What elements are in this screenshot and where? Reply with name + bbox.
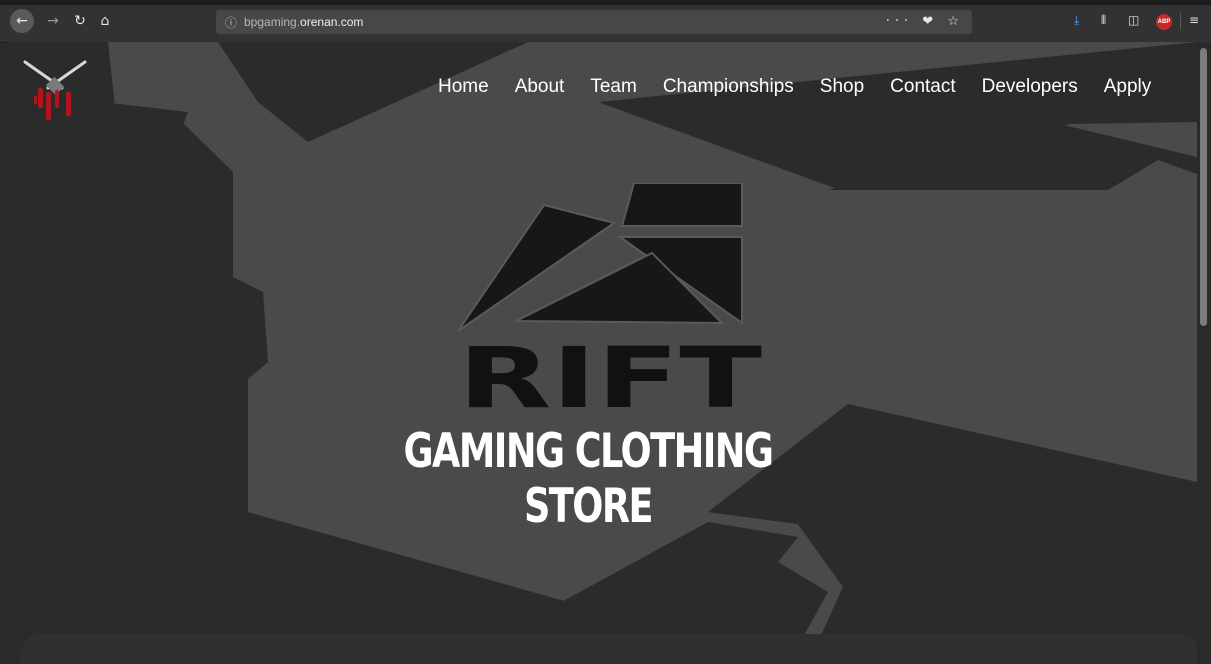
nav-shop[interactable]: Shop <box>820 76 864 98</box>
url-domain: orenan.com <box>300 15 364 29</box>
rift-logo: RIFT <box>457 183 762 419</box>
back-arrow-icon: ← <box>16 13 28 29</box>
scrollbar-thumb[interactable] <box>1200 48 1207 326</box>
address-bar[interactable]: ⓘ bpgaming.orenan.com ··· ❤ ☆ <box>216 10 972 34</box>
page-actions[interactable]: ··· ❤ ☆ <box>886 14 964 29</box>
browser-toolbar: ← → ↻ ⌂ ⓘ bpgaming.orenan.com ··· ❤ ☆ ⤓ … <box>0 0 1211 43</box>
page-viewport: Home About Team Championships Shop Conta… <box>8 42 1197 664</box>
nav-championships[interactable]: Championships <box>663 76 794 98</box>
url-text: bpgaming.orenan.com <box>244 15 363 29</box>
library-icon[interactable]: ⫴ <box>1101 13 1106 28</box>
reload-icon: ↻ <box>74 13 86 29</box>
forward-button[interactable]: → <box>43 11 63 31</box>
nav-developers[interactable]: Developers <box>982 76 1078 98</box>
main-nav: Home About Team Championships Shop Conta… <box>438 76 1151 98</box>
home-icon: ⌂ <box>100 13 110 29</box>
site-logo[interactable] <box>22 58 88 122</box>
rift-logo-text: RIFT <box>458 329 762 419</box>
toolbar-separator <box>1180 13 1181 29</box>
nav-team[interactable]: Team <box>590 76 636 98</box>
download-icon[interactable]: ⤓ <box>1074 13 1079 28</box>
hero-title: GAMING CLOTHING STORE <box>403 424 775 534</box>
page-scrollbar[interactable] <box>1197 42 1211 664</box>
nav-about[interactable]: About <box>515 76 565 98</box>
adblock-icon[interactable]: ABP <box>1156 14 1172 30</box>
nav-apply[interactable]: Apply <box>1104 76 1152 98</box>
content-panel <box>20 634 1197 664</box>
home-button[interactable]: ⌂ <box>95 11 115 31</box>
back-button[interactable]: ← <box>10 9 34 33</box>
reload-button[interactable]: ↻ <box>70 11 90 31</box>
forward-arrow-icon: → <box>47 13 59 29</box>
nav-home[interactable]: Home <box>438 76 489 98</box>
nav-contact[interactable]: Contact <box>890 76 955 98</box>
site-info-icon[interactable]: ⓘ <box>225 14 237 31</box>
url-subdomain: bpgaming. <box>244 15 301 29</box>
tab-strip <box>0 0 1211 5</box>
sidebar-icon[interactable]: ◫ <box>1128 13 1139 27</box>
menu-icon[interactable]: ≡ <box>1189 13 1199 27</box>
